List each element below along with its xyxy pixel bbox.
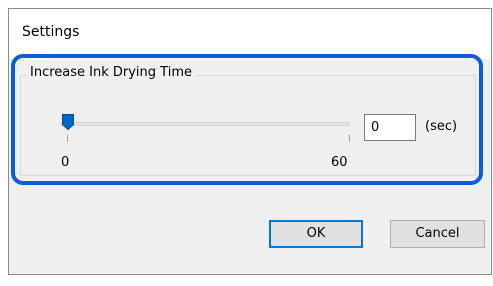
title-bar: Settings bbox=[9, 9, 491, 59]
slider-min-label: 0 bbox=[61, 155, 70, 170]
dialog-title: Settings bbox=[22, 24, 80, 40]
slider-thumb[interactable] bbox=[62, 114, 74, 130]
slider-tick-min bbox=[67, 135, 68, 142]
slider-track[interactable] bbox=[61, 122, 350, 126]
unit-label: (sec) bbox=[425, 119, 458, 134]
drying-time-input[interactable] bbox=[364, 114, 416, 141]
ok-button[interactable]: OK bbox=[269, 220, 363, 248]
slider-tick-max bbox=[349, 135, 350, 142]
group-label: Increase Ink Drying Time bbox=[26, 65, 196, 80]
slider-max-label: 60 bbox=[331, 155, 348, 170]
cancel-button[interactable]: Cancel bbox=[390, 220, 485, 248]
